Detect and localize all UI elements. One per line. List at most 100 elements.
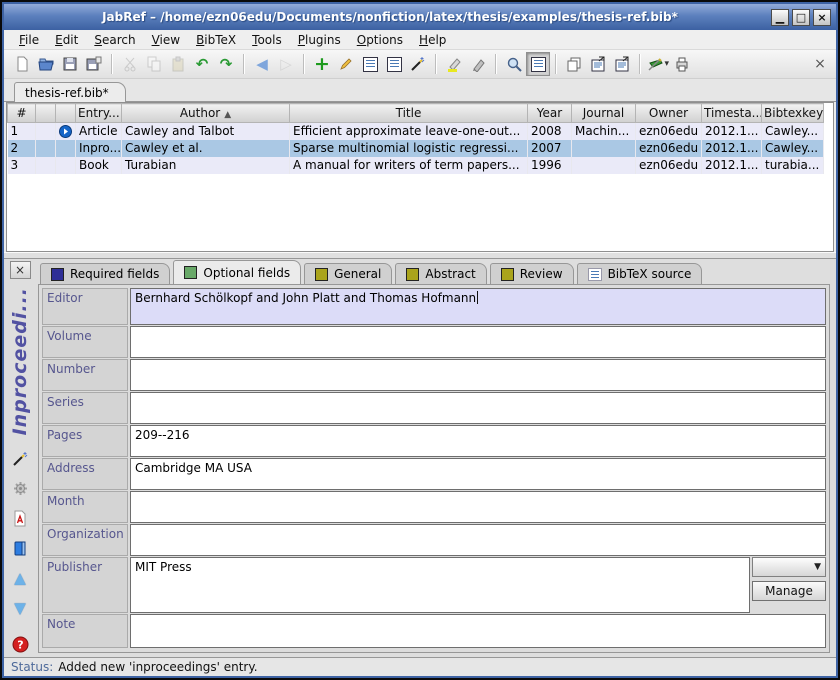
minimize-button[interactable]: ▁ — [771, 9, 789, 26]
cell-bibtexkey[interactable]: turabia... — [762, 157, 824, 174]
close-button[interactable]: × — [813, 9, 831, 26]
month-field-input[interactable] — [130, 491, 826, 523]
address-field-input[interactable]: Cambridge MA USA — [130, 458, 826, 490]
cell-timestamp[interactable]: 2012.1... — [702, 123, 762, 140]
publisher-field-input[interactable]: MIT Press — [130, 557, 750, 613]
menu-options[interactable]: Options — [350, 32, 410, 48]
maximize-button[interactable]: □ — [792, 9, 810, 26]
generate-key-button[interactable] — [11, 449, 29, 467]
series-field-input[interactable] — [130, 392, 826, 424]
cell-entrytype[interactable]: Inpro... — [76, 140, 122, 157]
forward-button[interactable]: ▷ — [274, 52, 298, 76]
cell-owner[interactable]: ezn06edu — [636, 157, 702, 174]
col-header-file[interactable] — [56, 104, 76, 123]
copy-button[interactable] — [142, 52, 166, 76]
col-header-timestamp[interactable]: Timesta... — [702, 104, 762, 123]
print-preview-button[interactable] — [670, 52, 694, 76]
tab-required-fields[interactable]: Required fields — [40, 263, 170, 284]
cell-marker[interactable] — [36, 123, 56, 140]
cut-button[interactable] — [118, 52, 142, 76]
previous-entry-button[interactable]: ▲ — [11, 569, 29, 587]
redo-button[interactable]: ↷ — [214, 52, 238, 76]
organization-field-input[interactable] — [130, 524, 826, 556]
col-header-journal[interactable]: Journal — [572, 104, 636, 123]
editor-field-input[interactable]: Bernhard Schölkopf and John Platt and Th… — [130, 288, 826, 325]
cell-bibtexkey[interactable]: Cawley... — [762, 123, 824, 140]
cell-entrytype[interactable]: Book — [76, 157, 122, 174]
open-url-button[interactable] — [11, 539, 29, 557]
fetch-dropdown-icon[interactable]: ▾ — [664, 60, 669, 69]
autoset-settings-button[interactable] — [11, 479, 29, 497]
number-field-input[interactable] — [130, 359, 826, 391]
cell-author[interactable]: Cawley et al. — [122, 140, 290, 157]
col-header-bibtexkey[interactable]: Bibtexkey — [762, 104, 824, 123]
menu-plugins[interactable]: Plugins — [291, 32, 348, 48]
tab-optional-fields[interactable]: Optional fields — [173, 260, 301, 284]
cell-author[interactable]: Turabian — [122, 157, 290, 174]
duplicate-entry-button[interactable] — [562, 52, 586, 76]
cell-bibtexkey[interactable]: Cawley... — [762, 140, 824, 157]
col-header-owner[interactable]: Owner — [636, 104, 702, 123]
cell-title[interactable]: Efficient approximate leave-one-out... — [290, 123, 528, 140]
col-header-title[interactable]: Title — [290, 104, 528, 123]
cell-timestamp[interactable]: 2012.1... — [702, 157, 762, 174]
edit-entry-button[interactable] — [334, 52, 358, 76]
cell-author[interactable]: Cawley and Talbot — [122, 123, 290, 140]
note-field-input[interactable] — [130, 614, 826, 648]
cell-title[interactable]: A manual for writers of term papers... — [290, 157, 528, 174]
cell-number[interactable]: 1 — [8, 123, 36, 140]
attached-file-icon[interactable] — [59, 125, 72, 138]
menu-view[interactable]: View — [145, 32, 187, 48]
back-button[interactable]: ◀ — [250, 52, 274, 76]
table-row[interactable]: 3 Book Turabian A manual for writers of … — [8, 157, 824, 174]
menu-bibtex[interactable]: BibTeX — [189, 32, 243, 48]
cell-number[interactable]: 2 — [8, 140, 36, 157]
database-tab[interactable]: thesis-ref.bib* — [14, 82, 126, 102]
cell-entrytype[interactable]: Article — [76, 123, 122, 140]
new-entry-button[interactable]: + — [310, 52, 334, 76]
cell-year[interactable]: 2007 — [528, 140, 572, 157]
toggle-entry-preview-button[interactable] — [526, 52, 550, 76]
col-header-number[interactable]: # — [8, 104, 36, 123]
tab-abstract[interactable]: Abstract — [395, 263, 486, 284]
col-header-marker[interactable] — [36, 104, 56, 123]
cell-year[interactable]: 2008 — [528, 123, 572, 140]
menu-search[interactable]: Search — [87, 32, 142, 48]
fetch-web-button[interactable]: ▾ — [646, 52, 670, 76]
volume-field-input[interactable] — [130, 326, 826, 358]
highlighter-yellow-button[interactable] — [442, 52, 466, 76]
save-database-as-button[interactable] — [82, 52, 106, 76]
col-header-entrytype[interactable]: Entry... — [76, 104, 122, 123]
table-row[interactable]: 1 Article Cawley and Talbot Efficient ap… — [8, 123, 824, 140]
help-button[interactable]: ? — [11, 635, 29, 653]
menu-tools[interactable]: Tools — [245, 32, 289, 48]
pages-field-input[interactable]: 209--216 — [130, 425, 826, 457]
table-row-selected[interactable]: 2 Inpro... Cawley et al. Sparse multinom… — [8, 140, 824, 157]
tab-general[interactable]: General — [304, 263, 392, 284]
menu-edit[interactable]: Edit — [48, 32, 85, 48]
paste-button[interactable] — [166, 52, 190, 76]
cell-year[interactable]: 1996 — [528, 157, 572, 174]
next-entry-button[interactable]: ▼ — [11, 599, 29, 617]
col-header-author[interactable]: Author▲ — [122, 104, 290, 123]
cell-number[interactable]: 3 — [8, 157, 36, 174]
tab-review[interactable]: Review — [490, 263, 574, 284]
publisher-selector-dropdown[interactable]: ▼ — [752, 557, 826, 577]
highlighter-plain-button[interactable] — [466, 52, 490, 76]
cell-file[interactable] — [56, 140, 76, 157]
open-database-button[interactable] — [34, 52, 58, 76]
cell-title[interactable]: Sparse multinomial logistic regressi... — [290, 140, 528, 157]
save-database-button[interactable] — [58, 52, 82, 76]
push-to-application-button[interactable] — [586, 52, 610, 76]
close-entry-editor-button[interactable]: × — [10, 261, 31, 279]
col-header-year[interactable]: Year — [528, 104, 572, 123]
cell-file[interactable] — [56, 157, 76, 174]
push-to-external-button[interactable] — [610, 52, 634, 76]
menu-file[interactable]: File — [12, 32, 46, 48]
cell-journal[interactable] — [572, 157, 636, 174]
new-database-button[interactable] — [10, 52, 34, 76]
edit-strings-button[interactable] — [382, 52, 406, 76]
titlebar[interactable]: JabRef – /home/ezn06edu/Documents/nonfic… — [4, 4, 836, 30]
cell-owner[interactable]: ezn06edu — [636, 140, 702, 157]
toggle-preview-button[interactable] — [358, 52, 382, 76]
